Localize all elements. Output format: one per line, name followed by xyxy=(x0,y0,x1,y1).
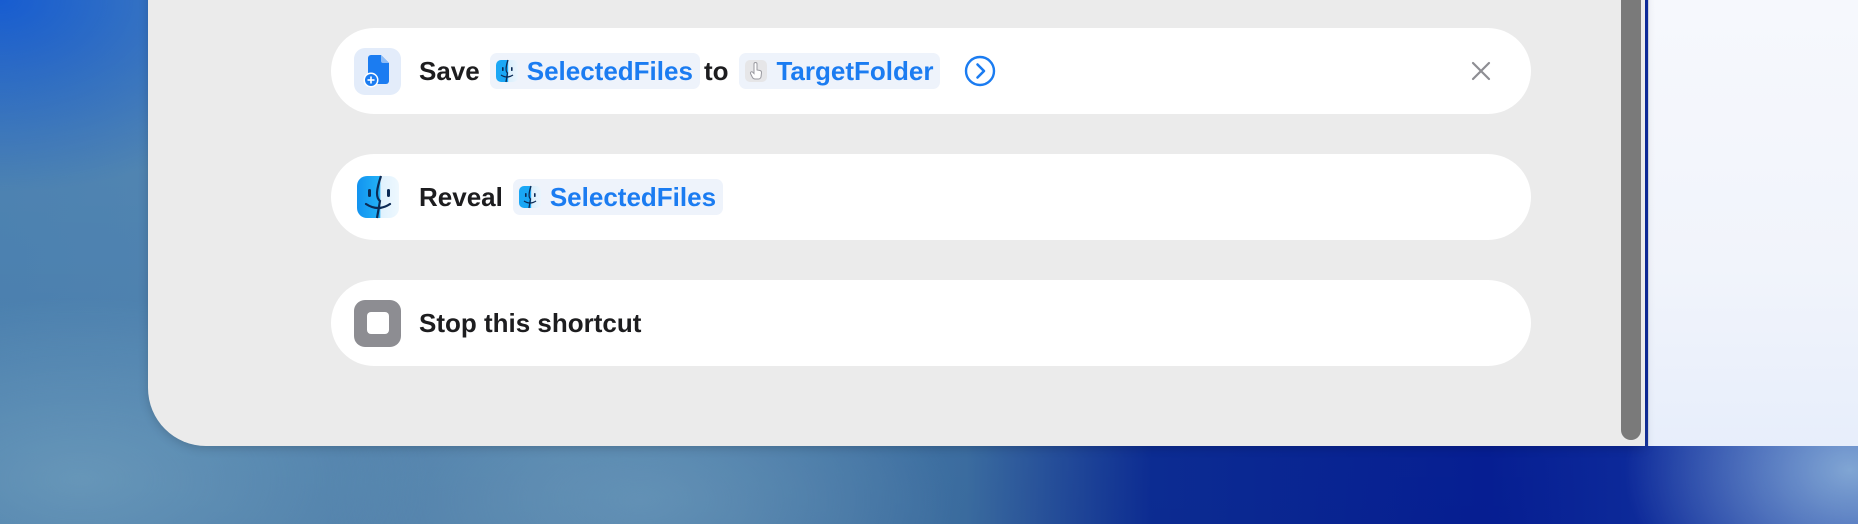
action-verb-label: Stop this shortcut xyxy=(419,307,642,338)
finder-icon xyxy=(518,185,542,209)
hand-pointer-icon xyxy=(744,59,768,83)
action-reveal-files[interactable]: Reveal SelectedFiles xyxy=(331,154,1531,240)
scrollbar-thumb[interactable] xyxy=(1621,0,1641,440)
variable-label: SelectedFiles xyxy=(526,55,693,86)
variable-label: TargetFolder xyxy=(776,55,934,86)
document-save-icon xyxy=(354,47,401,95)
connector-label: to xyxy=(703,55,729,86)
action-verb-label: Save xyxy=(419,55,480,86)
chevron-circle-right-icon[interactable] xyxy=(964,55,996,87)
close-icon[interactable] xyxy=(1467,57,1495,85)
stop-icon xyxy=(354,299,401,347)
action-stop-shortcut[interactable]: Stop this shortcut xyxy=(331,280,1531,366)
finder-icon xyxy=(354,174,401,221)
variable-label: SelectedFiles xyxy=(549,181,717,212)
finder-icon xyxy=(495,59,519,83)
variable-token-selected-files[interactable]: SelectedFiles xyxy=(489,53,700,89)
action-save-file[interactable]: Save SelectedFiles to TargetFolder xyxy=(331,28,1531,114)
variable-token-selected-files[interactable]: SelectedFiles xyxy=(512,179,724,215)
sidebar-panel xyxy=(1648,0,1858,446)
action-verb-label: Reveal xyxy=(419,181,503,212)
variable-token-target-folder[interactable]: TargetFolder xyxy=(739,53,941,89)
